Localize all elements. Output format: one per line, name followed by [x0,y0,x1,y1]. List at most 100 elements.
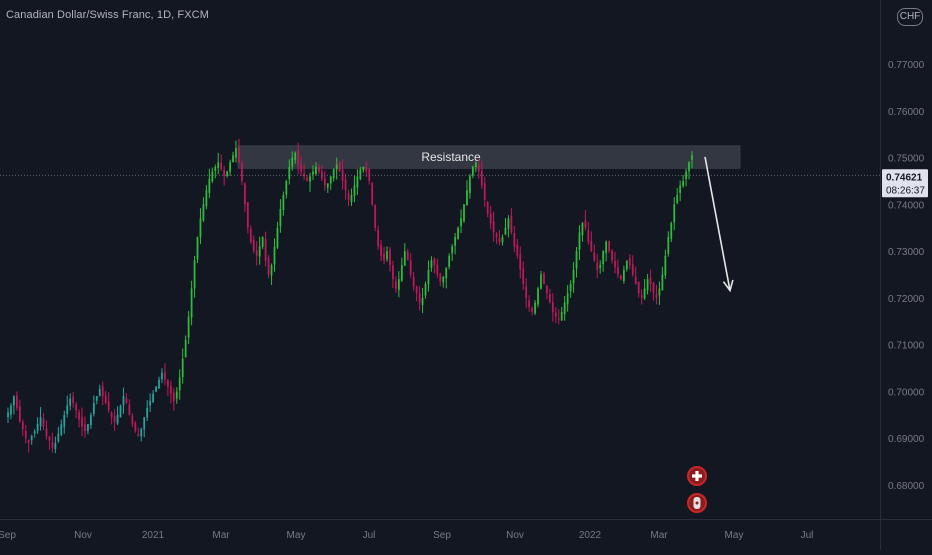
candle [146,400,149,421]
currency-badge[interactable]: CHF [897,8,923,26]
candlestick-chart[interactable]: Resistance 0.770000.760000.750000.740000… [0,0,932,550]
candle [489,205,492,230]
candle-body [199,218,202,238]
candle-body [504,227,507,235]
candle [273,238,276,272]
candle [501,234,504,246]
candle [48,435,51,451]
candle-body [682,180,685,187]
candle-body [167,380,169,387]
candle-body [306,177,308,181]
candle-body [392,265,394,280]
candle-body [10,405,12,415]
candle-body [421,297,424,305]
candle-body [232,155,234,163]
candle [137,427,140,437]
candle-body [498,238,501,242]
candle [377,225,380,250]
candle [149,393,152,412]
candle-body [63,414,66,427]
candle [276,221,279,250]
candle [546,284,548,300]
candle-body [208,178,211,193]
candle [400,257,403,282]
candle-body [640,295,643,298]
time-tick-label: Nov [74,530,92,541]
candle [10,402,12,420]
candle [158,376,160,389]
candle-body [131,415,134,425]
candle-body [75,404,77,411]
candle [66,395,69,418]
candle-body [445,267,448,279]
candle [329,176,332,190]
candle [95,396,98,405]
candle [90,412,92,430]
events-layer [687,466,707,513]
candle [418,286,421,311]
candle [649,269,652,293]
candle-body [540,274,542,289]
candle [605,240,608,262]
candle [634,266,637,285]
candle-body [113,416,116,422]
candle [415,285,418,302]
candle-body [273,246,276,265]
candle-body [119,405,122,418]
candle-body [27,440,30,443]
candle-body [152,393,154,403]
candle [590,231,593,253]
candle [285,179,288,199]
candle-body [30,435,33,441]
candle [220,154,223,172]
candle [72,391,75,408]
candle-body [140,428,143,437]
candle [460,209,462,234]
candle [92,395,95,417]
candle-body [81,417,83,427]
candle [498,230,501,246]
candle-body [264,239,267,261]
candle [184,335,187,358]
symbol-title[interactable]: Canadian Dollar/Swiss Franc, 1D, FXCM [6,9,209,21]
candle [42,413,45,430]
candle-body [356,176,359,188]
candle-body [187,316,190,338]
candle-body [282,194,285,210]
swiss-flag-icon[interactable] [687,466,707,486]
candle [578,225,581,260]
candle-body [510,215,513,233]
candle [587,222,590,245]
candle [131,413,134,428]
candle [593,244,596,262]
price-tick-label: 0.77000 [888,60,925,71]
chart-area[interactable]: Resistance 0.77000 0.76000 0.75000 0.74000 0… [0,0,932,550]
candle [510,207,513,235]
candle-body [146,407,149,418]
candle-body [380,244,382,256]
candle [623,265,625,284]
candle-body [211,171,214,182]
candle [359,166,362,181]
candle-body [323,178,326,186]
candle-body [469,176,471,193]
candle-body [309,176,311,182]
candle-body [513,233,516,247]
candle [566,285,569,312]
candle-body [652,282,655,294]
price-tick-label: 0.76000 [888,107,925,118]
coin-icon[interactable] [687,493,707,513]
candle [75,402,77,418]
time-tick-label: Mar [650,530,668,541]
candle [119,404,122,418]
candle [534,300,536,316]
candle-body [18,406,21,422]
time-tick-label: Mar [212,530,230,541]
price-tick-label: 0.75000 [888,154,925,165]
candle-body [297,150,300,165]
candle-body [261,237,264,247]
candle [640,289,643,305]
candle [196,236,199,264]
candle-body [291,157,294,167]
flag-cross-horizontal [692,474,702,478]
